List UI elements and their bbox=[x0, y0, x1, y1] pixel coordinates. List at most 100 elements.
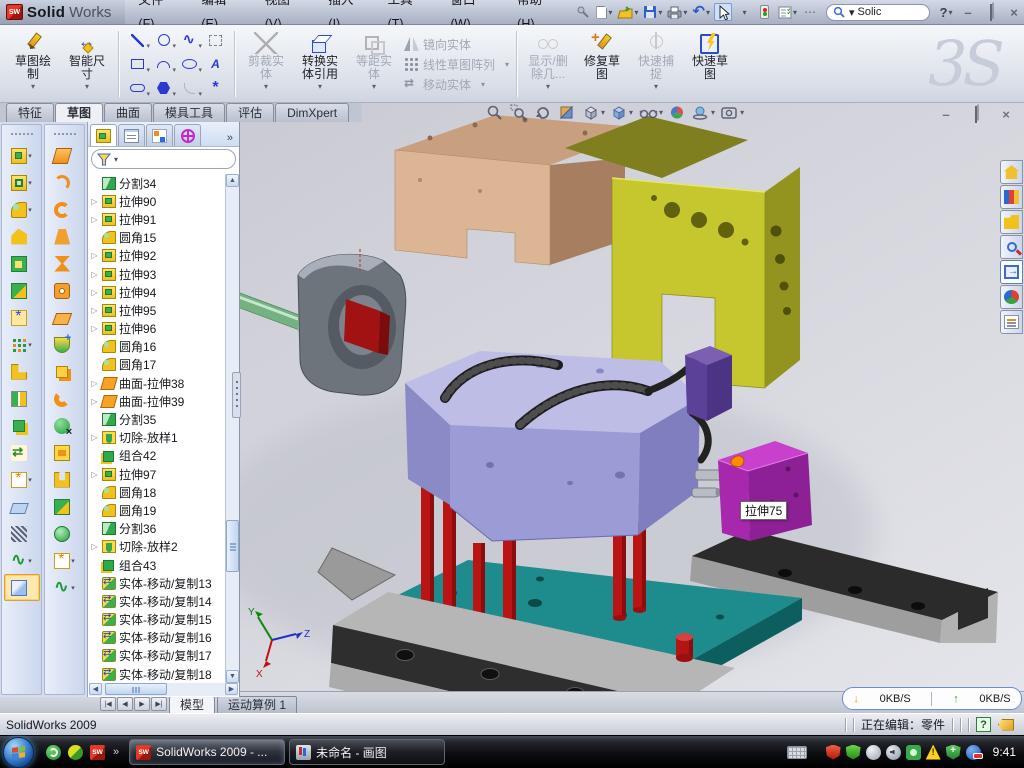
expand-arrow-icon[interactable]: ▷ bbox=[90, 306, 99, 315]
tab-nav-button[interactable]: ▶| bbox=[151, 697, 167, 711]
spline-tool[interactable]: ▾ bbox=[177, 29, 202, 52]
expand-arrow-icon[interactable]: ▷ bbox=[90, 397, 99, 406]
sync-blocked-icon[interactable] bbox=[966, 745, 981, 760]
search-input[interactable]: ▾ Solic bbox=[826, 4, 930, 21]
task-solidworks[interactable]: SW SolidWorks 2009 - ... bbox=[129, 739, 285, 765]
freeform-surface-tool[interactable]: ▾ bbox=[47, 331, 83, 358]
feature-tree-item[interactable]: ▷ 实体-移动/复制15 bbox=[90, 611, 224, 629]
scroll-up-icon[interactable]: ▲ bbox=[226, 174, 239, 187]
reference-geometry-tool-2[interactable]: ▾ bbox=[47, 547, 83, 574]
offset-entities-button[interactable]: 等距实 体▾ bbox=[347, 28, 401, 100]
revolved-surface-tool[interactable]: ▾ bbox=[47, 169, 83, 196]
boundary-surface-tool[interactable]: ▾ bbox=[47, 250, 83, 277]
media-quicklaunch-icon[interactable] bbox=[68, 745, 83, 760]
quick-tips-icon[interactable]: ? bbox=[976, 717, 991, 732]
tab-features[interactable]: 特征 bbox=[6, 103, 54, 122]
graphics-viewport[interactable]: Y Z X ▾ ▾ ▾ ▾ ▾ – × 拉伸75 bbox=[240, 103, 1024, 691]
display-delete-relations-button[interactable]: 显示/删 除几...▾ bbox=[521, 28, 575, 100]
antivirus-icon[interactable] bbox=[826, 745, 841, 760]
sketch-text-tool[interactable]: A▾ bbox=[203, 53, 228, 76]
feature-tree-item[interactable]: ▷ 切除-放样2 bbox=[90, 538, 224, 556]
print-button[interactable]: ▾ bbox=[666, 3, 688, 21]
expand-arrow-icon[interactable]: ▷ bbox=[90, 197, 99, 206]
feature-tree-item[interactable]: ▷ 实体-移动/复制14 bbox=[90, 592, 224, 610]
extruded-boss-tool[interactable]: ▾ bbox=[4, 142, 40, 169]
hscroll-thumb[interactable] bbox=[105, 683, 167, 695]
save-button[interactable]: ▾ bbox=[642, 3, 663, 21]
selection-box-tool[interactable]: ▾ bbox=[203, 29, 228, 52]
feature-tree-item[interactable]: ▷ 圆角19 bbox=[90, 501, 224, 519]
feature-tree-item[interactable]: ▷ 拉伸90 bbox=[90, 192, 224, 210]
section-view-icon[interactable] bbox=[558, 104, 577, 121]
curve-tool[interactable]: ▾ bbox=[4, 547, 40, 574]
expand-arrow-icon[interactable]: ▷ bbox=[90, 433, 99, 442]
model-purple-block[interactable] bbox=[685, 346, 732, 421]
select-dropdown[interactable]: ▾ bbox=[735, 3, 753, 21]
sketch-fillet-tool[interactable]: ▾ bbox=[177, 77, 202, 100]
expand-arrow-icon[interactable]: ▷ bbox=[90, 288, 99, 297]
scroll-left-icon[interactable]: ◀ bbox=[89, 683, 102, 695]
feature-tree-item[interactable]: ▷ 拉伸97 bbox=[90, 465, 224, 483]
mirror-entities-button[interactable]: 镜向实体▾ bbox=[404, 36, 509, 52]
expand-arrow-icon[interactable]: ▷ bbox=[90, 324, 99, 333]
select-button[interactable] bbox=[714, 3, 732, 21]
trim-entities-button[interactable]: 剪裁实 体▾ bbox=[239, 28, 293, 100]
file-explorer-tab[interactable] bbox=[1000, 210, 1023, 234]
chamfer-tool[interactable]: ▾ bbox=[4, 223, 40, 250]
help-button[interactable]: ?▾ bbox=[937, 3, 955, 21]
feature-tree-item[interactable]: ▷ 实体-移动/复制17 bbox=[90, 647, 224, 665]
motion-study-tab[interactable]: 运动算例 1 bbox=[217, 696, 297, 713]
pin-icon[interactable] bbox=[574, 3, 592, 21]
trim-surface-tool[interactable]: ▾ bbox=[47, 439, 83, 466]
model-tab[interactable]: 模型 bbox=[169, 696, 215, 713]
minimize-button[interactable]: – bbox=[958, 5, 978, 20]
expand-arrow-icon[interactable]: ▷ bbox=[90, 542, 99, 551]
extruded-cut-tool[interactable]: ▾ bbox=[4, 169, 40, 196]
smart-dimension-button[interactable]: 智能尺 寸▾ bbox=[60, 28, 114, 100]
repair-sketch-button[interactable]: 修复草 图▾ bbox=[575, 28, 629, 100]
instant3d-tool[interactable]: ▾ bbox=[4, 574, 40, 601]
feature-tree-item[interactable]: ▷ 拉伸95 bbox=[90, 301, 224, 319]
feature-tree-item[interactable]: ▷ 组合43 bbox=[90, 556, 224, 574]
delete-face-tool[interactable]: ▾ bbox=[47, 412, 83, 439]
expand-arrow-icon[interactable]: ▷ bbox=[90, 215, 99, 224]
planar-surface-tool[interactable]: ▾ bbox=[47, 304, 83, 331]
shell-tool[interactable]: ▾ bbox=[4, 250, 40, 277]
extend-surface-tool[interactable]: ▾ bbox=[47, 385, 83, 412]
taskbar-clock[interactable]: 9:41 bbox=[989, 745, 1024, 759]
volume-icon[interactable] bbox=[886, 745, 901, 760]
thicken-tool[interactable]: ▾ bbox=[47, 520, 83, 547]
close-button[interactable]: × bbox=[1004, 5, 1024, 20]
feature-tree-item[interactable]: ▷ 圆角16 bbox=[90, 338, 224, 356]
tab-evaluate[interactable]: 评估 bbox=[226, 103, 274, 122]
scroll-right-icon[interactable]: ▶ bbox=[225, 683, 238, 695]
sketch-button[interactable]: 草图绘 制▾ bbox=[6, 28, 60, 100]
design-library-tab[interactable] bbox=[1000, 185, 1023, 209]
tab-nav-button[interactable]: |◀ bbox=[100, 697, 116, 711]
feature-tree-item[interactable]: ▷ 分割35 bbox=[90, 410, 224, 428]
feature-tree-item[interactable]: ▷ 圆角17 bbox=[90, 356, 224, 374]
move-copy-bodies-tool[interactable]: ▾ bbox=[4, 439, 40, 466]
view-palette-tab[interactable] bbox=[1000, 260, 1023, 284]
tab-surfaces[interactable]: 曲面 bbox=[104, 103, 152, 122]
tab-dimxpert[interactable]: DimXpert bbox=[275, 103, 349, 122]
messenger-quicklaunch-icon[interactable] bbox=[46, 745, 61, 760]
hide-show-items-icon[interactable]: ▾ bbox=[638, 104, 663, 121]
rib-tool[interactable]: ▾ bbox=[4, 358, 40, 385]
extruded-surface-tool[interactable]: ▾ bbox=[47, 142, 83, 169]
start-button[interactable] bbox=[3, 737, 34, 768]
derived-sketch-tool[interactable]: ▾ bbox=[4, 304, 40, 331]
configurationmanager-tab[interactable] bbox=[146, 124, 173, 146]
featuremanager-tab[interactable] bbox=[90, 124, 117, 146]
3d-model[interactable]: Y Z X bbox=[240, 103, 1024, 691]
display-style-icon[interactable]: ▾ bbox=[610, 104, 633, 121]
doc-close-button[interactable]: × bbox=[996, 107, 1016, 122]
feature-tree-item[interactable]: ▷ 分割34 bbox=[90, 174, 224, 192]
linear-sketch-pattern-button[interactable]: 线性草图阵列▾ bbox=[404, 56, 509, 72]
model-cylinder-part[interactable] bbox=[240, 249, 406, 395]
model-short-pin[interactable] bbox=[676, 633, 693, 662]
line-tool[interactable]: ▾ bbox=[125, 29, 150, 52]
ellipse-tool[interactable]: ▾ bbox=[177, 53, 202, 76]
open-button[interactable]: ▾ bbox=[616, 3, 639, 21]
model-yoke[interactable] bbox=[565, 116, 800, 390]
